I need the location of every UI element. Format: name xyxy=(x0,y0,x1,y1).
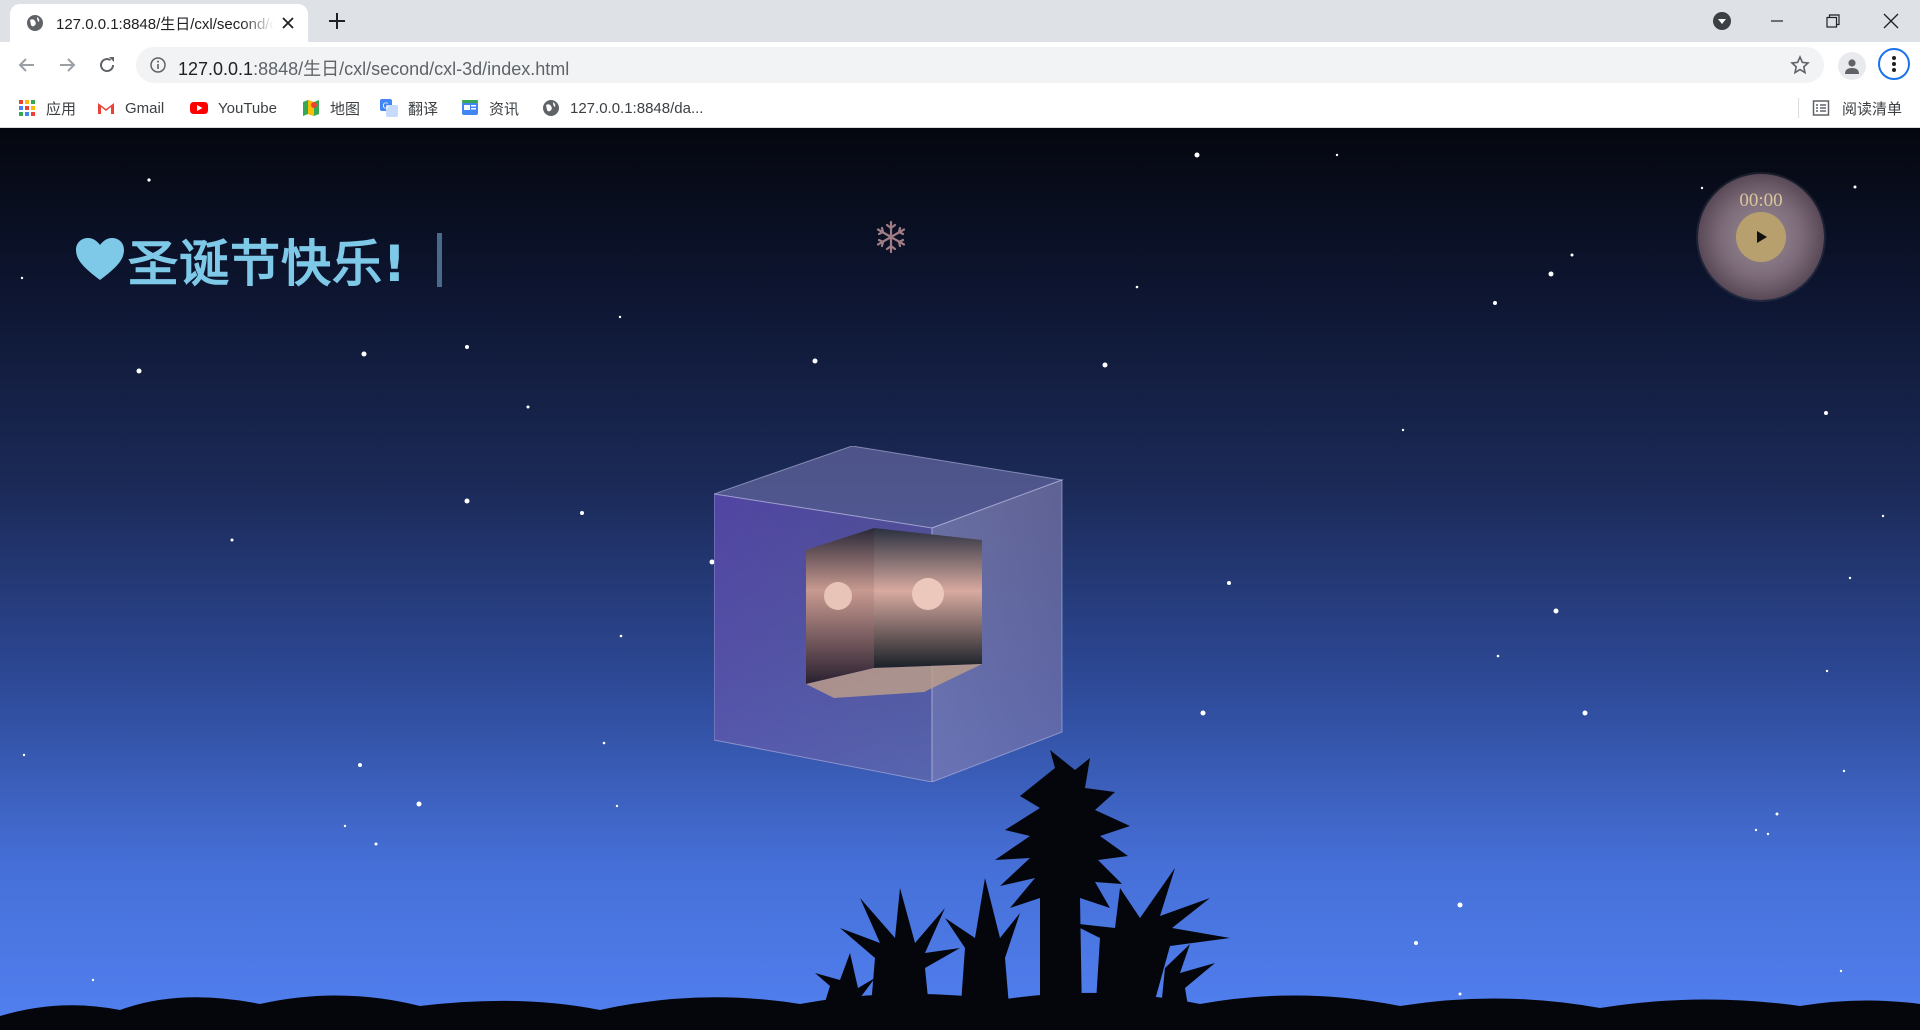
menu-button[interactable] xyxy=(1878,48,1910,80)
globe-icon xyxy=(543,100,559,116)
bookmark-star-icon[interactable] xyxy=(1790,55,1810,75)
close-window-button[interactable] xyxy=(1876,6,1906,36)
close-icon xyxy=(1883,13,1899,29)
typing-cursor xyxy=(436,233,442,287)
bookmark-apps[interactable]: 应用 xyxy=(18,96,76,120)
tree-silhouette xyxy=(0,750,1920,1030)
bookmarks-bar: 应用 Gmail YouTube 地图 G 翻译 资讯 127.0.0.1:88… xyxy=(0,88,1920,128)
title-text: 圣诞节快乐! xyxy=(128,235,407,293)
tab-title: 127.0.0.1:8848/生日/cxl/second/cxl-3d/inde… xyxy=(56,15,274,33)
bookmark-label: YouTube xyxy=(218,99,277,117)
reload-icon xyxy=(100,57,115,73)
minimize-icon xyxy=(1771,20,1783,22)
youtube-icon xyxy=(190,102,208,114)
bookmark-label: 地图 xyxy=(330,100,361,118)
address-bar[interactable]: 127.0.0.1:8848/生日/cxl/second/cxl-3d/inde… xyxy=(136,47,1824,83)
bookmarks-divider xyxy=(1797,98,1799,118)
play-button[interactable] xyxy=(1736,212,1786,262)
restore-icon xyxy=(1826,14,1840,28)
arrow-right-icon xyxy=(60,58,76,72)
gmail-icon xyxy=(98,103,114,114)
bookmark-label: Gmail xyxy=(125,99,165,117)
browser-toolbar: 127.0.0.1:8848/生日/cxl/second/cxl-3d/inde… xyxy=(0,42,1920,88)
active-tab[interactable]: 127.0.0.1:8848/生日/cxl/second/cxl-3d/inde… xyxy=(10,4,308,42)
url-text[interactable]: 127.0.0.1:8848/生日/cxl/second/cxl-3d/inde… xyxy=(178,55,569,81)
reload-button[interactable] xyxy=(94,52,120,78)
maps-icon xyxy=(303,100,319,116)
globe-icon xyxy=(27,15,43,31)
reading-list-label: 阅读清单 xyxy=(1841,100,1902,118)
reading-list-button[interactable]: 阅读清单 xyxy=(1797,96,1902,120)
bookmark-youtube[interactable]: YouTube xyxy=(190,96,277,120)
tab-strip: 127.0.0.1:8848/生日/cxl/second/cxl-3d/inde… xyxy=(0,0,1920,42)
svg-text:G: G xyxy=(383,102,389,111)
url-path: :8848/生日/cxl/second/cxl-3d/index.html xyxy=(253,59,570,79)
arrow-left-icon xyxy=(18,58,34,72)
translate-icon: G xyxy=(380,99,398,117)
close-tab-icon[interactable] xyxy=(280,15,296,31)
more-vert-icon xyxy=(1892,56,1896,72)
play-icon xyxy=(1757,231,1767,243)
reading-list-icon xyxy=(1812,100,1830,116)
bookmark-local[interactable]: 127.0.0.1:8848/da... xyxy=(542,96,703,120)
bookmark-maps[interactable]: 地图 xyxy=(302,96,360,120)
music-player[interactable]: 00:00 xyxy=(1698,174,1824,300)
minimize-button[interactable] xyxy=(1762,6,1792,36)
bookmark-label: 资讯 xyxy=(489,100,520,118)
bookmark-label: 127.0.0.1:8848/da... xyxy=(570,99,704,117)
info-icon[interactable] xyxy=(150,57,166,73)
profile-icon xyxy=(1845,59,1859,74)
url-host: 127.0.0.1 xyxy=(178,59,254,79)
page-title: 圣诞节快乐! xyxy=(76,224,442,296)
news-icon xyxy=(462,100,478,115)
bookmark-translate[interactable]: G 翻译 xyxy=(380,96,438,120)
profile-button[interactable] xyxy=(1838,52,1866,80)
restore-button[interactable] xyxy=(1818,6,1848,36)
bookmark-news[interactable]: 资讯 xyxy=(461,96,519,120)
apps-grid-icon xyxy=(19,100,35,116)
photo-cube[interactable] xyxy=(714,446,1070,782)
tab-search-icon[interactable] xyxy=(1712,11,1732,31)
heart-icon xyxy=(76,238,124,280)
snowflake-icon xyxy=(876,220,906,254)
back-button[interactable] xyxy=(14,52,40,78)
bookmark-label: 应用 xyxy=(46,100,77,118)
player-time: 00:00 xyxy=(1739,190,1783,211)
bookmark-gmail[interactable]: Gmail xyxy=(97,96,164,120)
forward-button[interactable] xyxy=(54,52,80,78)
page-content: 圣诞节快乐! 00:00 xyxy=(0,128,1920,1030)
new-tab-icon[interactable] xyxy=(326,10,348,32)
bookmark-label: 翻译 xyxy=(408,100,439,118)
